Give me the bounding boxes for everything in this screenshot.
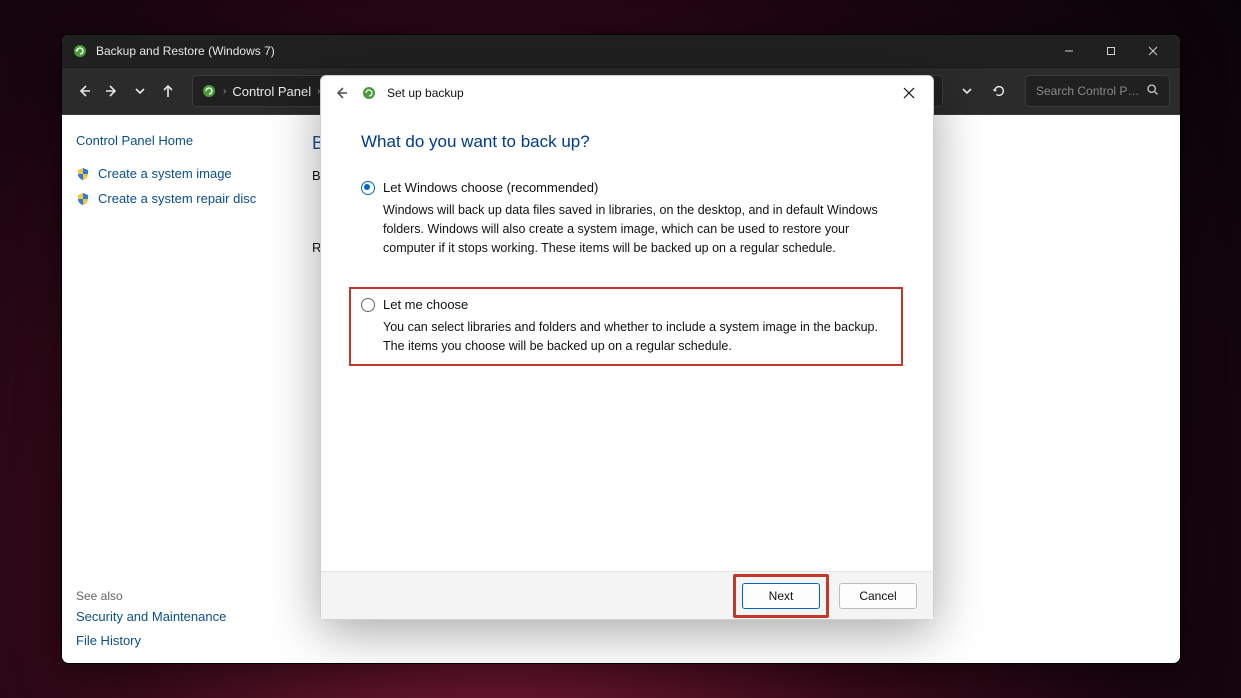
address-dropdown-button[interactable] (951, 75, 983, 107)
close-button[interactable] (1132, 35, 1174, 67)
file-history-link[interactable]: File History (76, 629, 226, 653)
dialog-body: What do you want to back up? Let Windows… (321, 110, 933, 571)
window-title: Backup and Restore (Windows 7) (96, 44, 1048, 58)
breadcrumb-item[interactable]: Control Panel (232, 84, 311, 99)
highlight-box: Next (733, 574, 829, 618)
option-description: Windows will back up data files saved in… (383, 201, 893, 257)
next-button[interactable]: Next (742, 583, 820, 609)
dialog-header: Set up backup (321, 76, 933, 110)
radio-let-me-choose[interactable] (361, 298, 375, 312)
nav-up-button[interactable] (156, 79, 180, 103)
nav-forward-button[interactable] (100, 79, 124, 103)
breadcrumb-icon (201, 83, 217, 99)
cancel-button[interactable]: Cancel (839, 583, 917, 609)
shield-icon (76, 192, 90, 206)
nav-back-button[interactable] (72, 79, 96, 103)
nav-recent-button[interactable] (128, 79, 152, 103)
titlebar: Backup and Restore (Windows 7) (62, 35, 1180, 67)
option-description: You can select libraries and folders and… (383, 318, 891, 356)
option-let-me-choose[interactable]: Let me choose You can select libraries a… (349, 287, 903, 366)
option-let-windows-choose[interactable]: Let Windows choose (recommended) Windows… (361, 176, 893, 261)
refresh-button[interactable] (983, 75, 1015, 107)
link-label: Create a system repair disc (98, 191, 256, 206)
create-system-image-link[interactable]: Create a system image (76, 166, 268, 181)
backup-app-icon (72, 43, 88, 59)
create-repair-disc-link[interactable]: Create a system repair disc (76, 191, 268, 206)
dialog-question: What do you want to back up? (361, 132, 893, 152)
setup-backup-dialog: Set up backup What do you want to back u… (320, 75, 934, 620)
search-icon (1146, 83, 1159, 99)
search-placeholder: Search Control P… (1036, 84, 1139, 98)
maximize-button[interactable] (1090, 35, 1132, 67)
dialog-back-button[interactable] (331, 83, 351, 103)
minimize-button[interactable] (1048, 35, 1090, 67)
see-also-heading: See also (76, 589, 123, 603)
chevron-right-icon: › (223, 86, 226, 97)
dialog-footer: Next Cancel (321, 571, 933, 619)
option-label: Let me choose (383, 297, 468, 312)
shield-icon (76, 167, 90, 181)
option-label: Let Windows choose (recommended) (383, 180, 598, 195)
left-pane: Control Panel Home Create a system image… (62, 115, 282, 663)
radio-let-windows-choose[interactable] (361, 181, 375, 195)
link-label: Create a system image (98, 166, 232, 181)
backup-wizard-icon (361, 85, 377, 101)
dialog-close-button[interactable] (889, 76, 929, 110)
security-maintenance-link[interactable]: Security and Maintenance (76, 605, 226, 629)
dialog-title: Set up backup (387, 86, 879, 100)
search-input[interactable]: Search Control P… (1025, 75, 1170, 107)
control-panel-home-link[interactable]: Control Panel Home (76, 133, 268, 148)
